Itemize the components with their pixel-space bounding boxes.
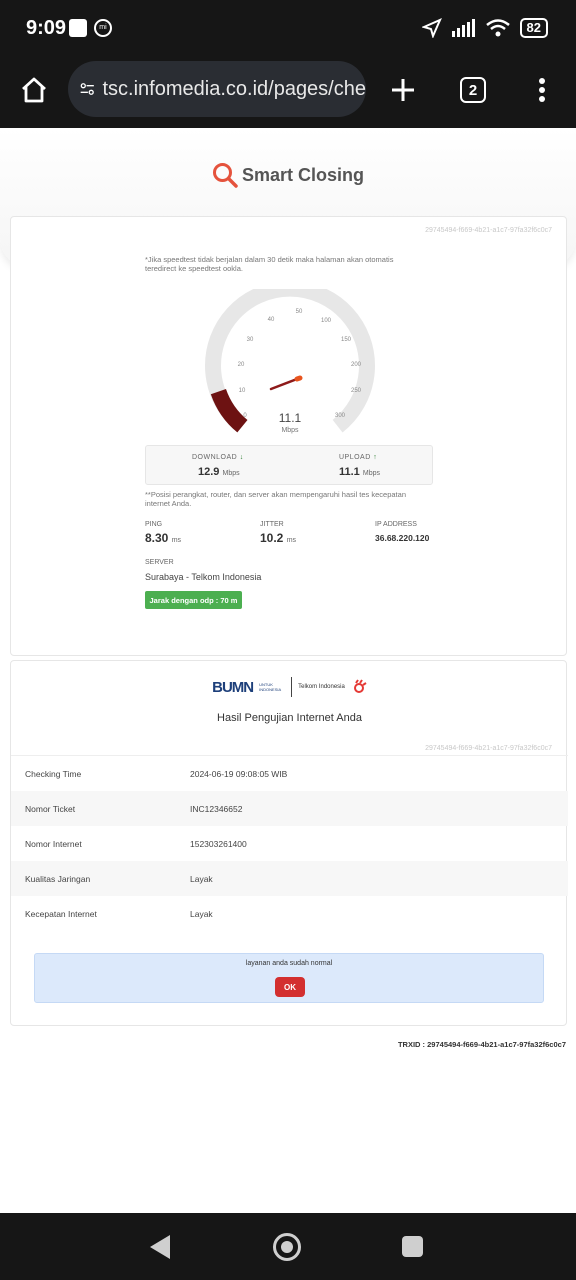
gauge-tick: 30	[247, 337, 254, 343]
back-icon[interactable]	[150, 1235, 170, 1259]
bumn-logo: BUMN	[212, 678, 254, 696]
server-value: Surabaya - Telkom Indonesia	[145, 572, 262, 582]
more-vertical-icon	[539, 78, 545, 102]
row-value: 152303261400	[190, 838, 247, 849]
row-key: Checking Time	[25, 768, 82, 779]
arrow-down-icon: ↓	[239, 454, 244, 461]
row-value: Layak	[190, 908, 213, 919]
speedtest-card: 29745494-f669-4b21-a1c7-97fa32f6c0c7 *Ji…	[10, 216, 567, 656]
transaction-id-small: 29745494-f669-4b21-a1c7-97fa32f6c0c7	[425, 227, 552, 234]
transaction-id-small: 29745494-f669-4b21-a1c7-97fa32f6c0c7	[425, 745, 552, 752]
telkom-logo-icon	[353, 679, 367, 693]
transaction-id: TRXID : 29745494-f669-4b21-a1c7-97fa32f6…	[397, 1040, 566, 1049]
location-icon	[421, 18, 442, 38]
system-icons: 82	[421, 18, 548, 38]
row-value: 2024-06-19 09:08:05 WIB	[190, 768, 288, 779]
url-text: tsc.infomedia.co.id/pages/che	[102, 77, 367, 100]
signal-icon	[451, 19, 475, 37]
search-icon	[212, 163, 238, 188]
partner-logos: BUMN UNTUK INDONESIA Telkom Indonesia	[11, 677, 568, 697]
home-icon	[22, 77, 46, 103]
gauge-tick: 10	[239, 388, 246, 394]
alert-message: layanan anda sudah normal	[245, 960, 333, 967]
result-title: Hasil Pengujian Internet Anda	[217, 712, 362, 724]
logo-divider	[291, 677, 293, 697]
download-upload-panel: DOWNLOAD ↓ 12.9 Mbps UPLOAD ↑ 11.1 Mbps	[145, 445, 433, 485]
gauge-tick: 150	[341, 337, 352, 343]
tab-count: 2	[460, 77, 486, 103]
gauge-fill	[210, 388, 248, 433]
mi-notification-icon: mi	[94, 19, 112, 37]
server-label: SERVER	[145, 559, 174, 566]
upload-value: 11.1 Mbps	[339, 466, 380, 478]
site-settings-icon	[80, 83, 94, 95]
tab-switcher-button[interactable]: 2	[451, 68, 495, 112]
download-label: DOWNLOAD ↓	[192, 454, 244, 461]
table-row: Nomor Ticket INC12346652	[11, 791, 568, 826]
upload-label: UPLOAD ↑	[339, 454, 378, 461]
row-key: Nomor Ticket	[25, 803, 76, 814]
gauge-tick: 200	[351, 362, 362, 368]
address-bar[interactable]: tsc.infomedia.co.id/pages/che	[68, 61, 366, 117]
gauge-tick: 0	[243, 413, 247, 419]
more-menu-button[interactable]	[520, 68, 564, 112]
odp-distance-badge[interactable]: Jarak dengan odp : 70 m	[145, 591, 242, 609]
gauge-tick: 50	[296, 309, 303, 315]
plus-icon	[392, 79, 414, 101]
arrow-up-icon: ↑	[373, 454, 378, 461]
telkom-logo-text: Telkom Indonesia	[298, 683, 345, 690]
status-time: 9:09	[26, 17, 67, 39]
table-row: Checking Time 2024-06-19 09:08:05 WIB	[11, 756, 568, 791]
current-speed-unit: Mbps	[281, 427, 299, 434]
upload-notification-icon	[69, 19, 87, 37]
table-row: Nomor Internet 152303261400	[11, 826, 568, 861]
system-navigation-bar	[0, 1213, 576, 1280]
row-value: INC12346652	[190, 803, 243, 814]
jitter-stat: JITTER 10.2 ms	[260, 521, 297, 545]
battery-indicator: 82	[519, 18, 548, 38]
table-row: Kualitas Jaringan Layak	[11, 861, 568, 896]
redirect-note: *Jika speedtest tidak berjalan dalam 30 …	[145, 255, 394, 273]
status-alert: layanan anda sudah normal OK	[34, 953, 544, 1003]
gauge-tick: 250	[351, 388, 362, 394]
ok-button[interactable]: OK	[275, 977, 305, 997]
wifi-icon	[485, 19, 510, 37]
recent-apps-icon[interactable]	[402, 1236, 423, 1257]
gauge-tick: 20	[238, 362, 245, 368]
row-value: Layak	[190, 873, 213, 884]
result-card: BUMN UNTUK INDONESIA Telkom Indonesia Ha…	[10, 660, 568, 1026]
browser-toolbar: tsc.infomedia.co.id/pages/che 2	[0, 58, 576, 128]
row-key: Kecepatan Internet	[25, 908, 97, 919]
download-value: 12.9 Mbps	[198, 466, 240, 478]
new-tab-button[interactable]	[381, 68, 425, 112]
table-row: Kecepatan Internet Layak	[11, 896, 568, 931]
gauge-needle	[269, 377, 299, 391]
brand-header: Smart Closing	[0, 162, 576, 188]
row-key: Nomor Internet	[25, 838, 82, 849]
gauge-tick: 100	[321, 318, 332, 324]
ping-stat: PING 8.30 ms	[145, 521, 182, 545]
ip-address-stat: IP ADDRESS 36.68.220.120	[375, 521, 430, 543]
result-table: Checking Time 2024-06-19 09:08:05 WIB No…	[11, 755, 568, 931]
gauge-tick: 40	[268, 317, 275, 323]
bumn-logo-subtitle: UNTUK INDONESIA	[259, 682, 282, 692]
position-note: **Posisi perangkat, router, dan server a…	[145, 490, 406, 508]
gauge-tick: 300	[335, 413, 346, 419]
current-speed-value: 11.1	[278, 411, 302, 425]
row-key: Kualitas Jaringan	[25, 873, 91, 884]
status-bar: 9:09 mi 82	[0, 0, 576, 58]
home-button[interactable]	[12, 68, 56, 112]
web-page: Smart Closing 29745494-f669-4b21-a1c7-97…	[0, 128, 576, 1213]
page-title: Smart Closing	[241, 164, 365, 185]
home-circle-icon[interactable]	[273, 1233, 301, 1261]
